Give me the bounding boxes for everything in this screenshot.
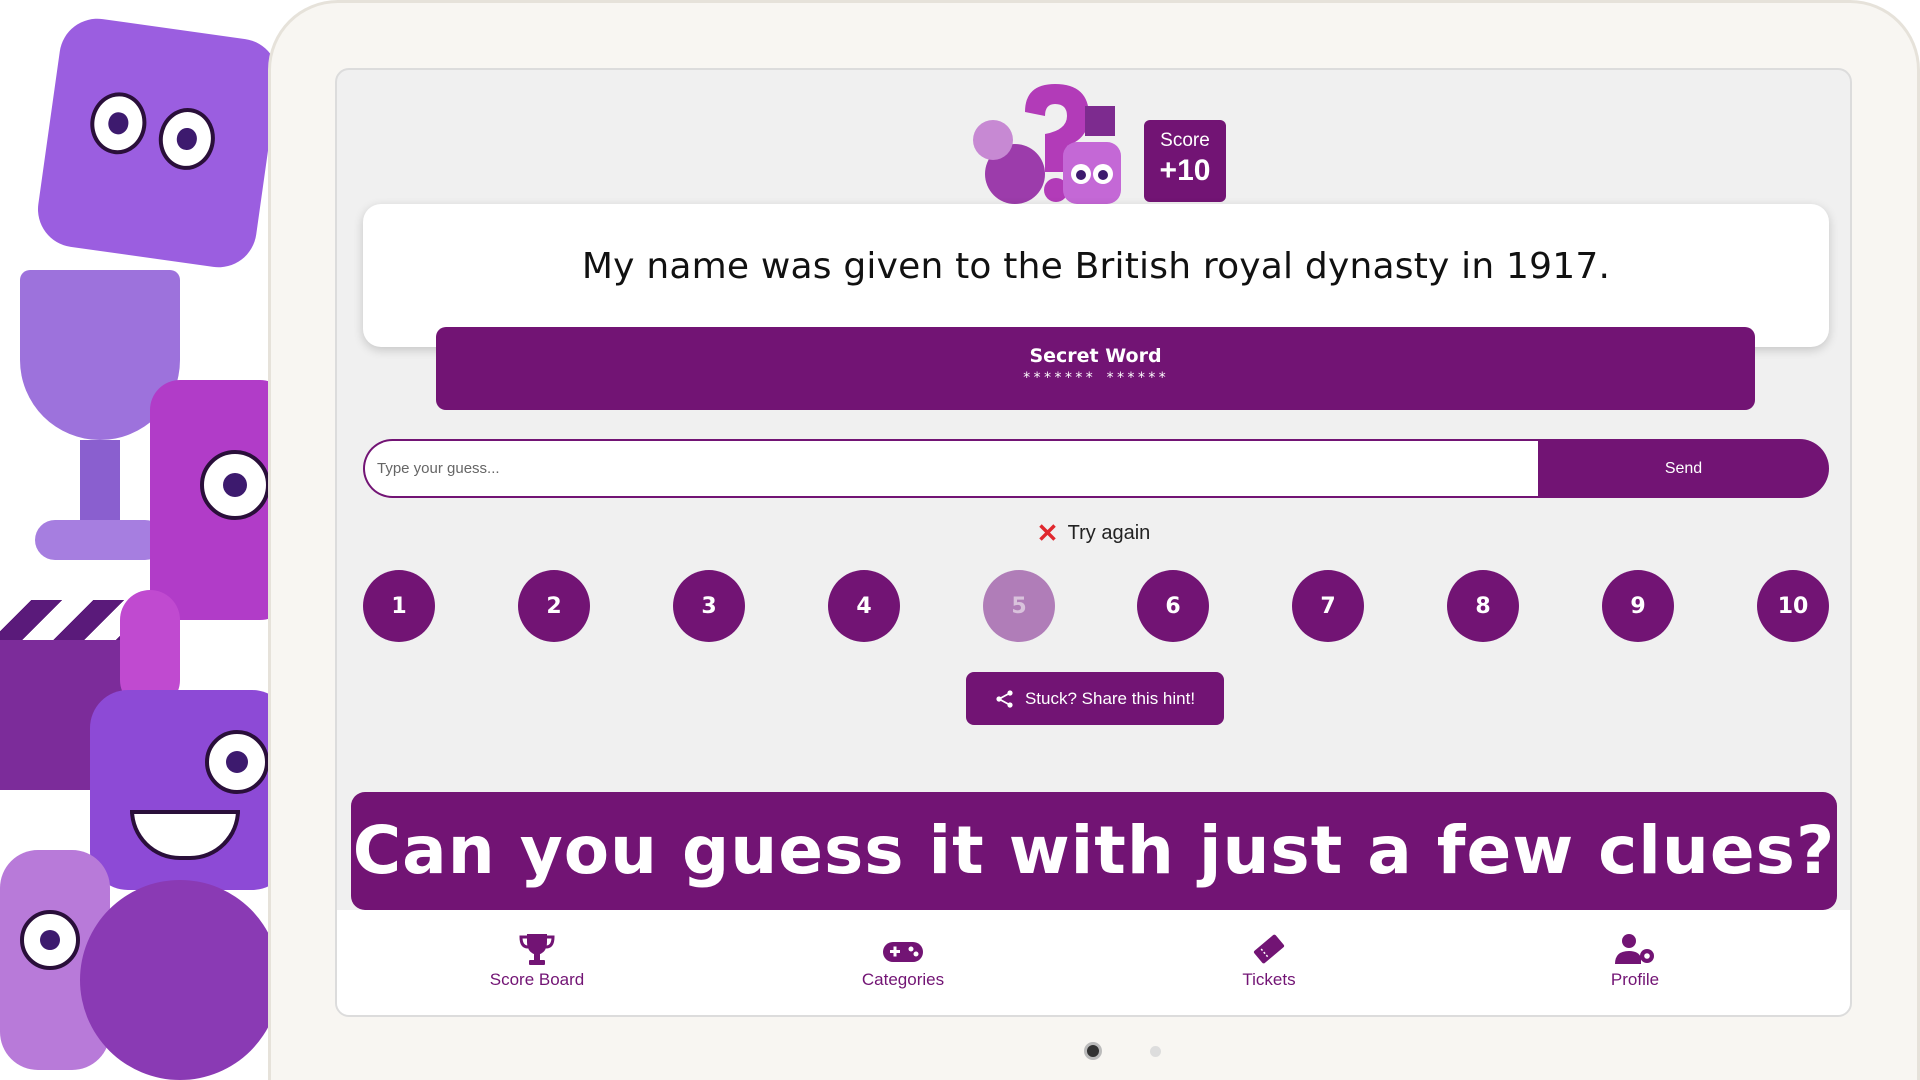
score-badge: Score +10 (1144, 120, 1226, 202)
trophy-icon (519, 934, 555, 965)
cross-mark-icon: ✕ (1036, 518, 1059, 548)
status-text: Try again (1067, 522, 1151, 544)
bottom-navigation: Score Board Categories Tickets Profile (337, 910, 1850, 1015)
clue-card: My name was given to the British royal d… (363, 204, 1829, 347)
nav-item-profile[interactable]: Profile (1535, 932, 1735, 990)
brain-art (80, 880, 280, 1080)
hint-button-10[interactable]: 10 (1757, 570, 1829, 642)
secret-word-title: Secret Word (1029, 345, 1162, 367)
nav-label-profile: Profile (1610, 970, 1660, 989)
nav-item-categories[interactable]: Categories (803, 932, 1003, 990)
secret-word-mask: ******* ****** (1022, 370, 1169, 386)
share-hint-button[interactable]: Stuck? Share this hint! (966, 672, 1224, 725)
share-hint-label: Stuck? Share this hint! (1024, 688, 1196, 708)
hint-selector: 1 2 3 4 5 6 7 8 9 10 (363, 570, 1829, 642)
send-button[interactable]: Send (1538, 439, 1829, 498)
score-value: +10 (1159, 154, 1211, 187)
hint-button-4[interactable]: 4 (828, 570, 900, 642)
hint-button-7[interactable]: 7 (1292, 570, 1364, 642)
promo-banner: Can you guess it with just a few clues? (351, 792, 1837, 910)
page-indicator-active[interactable] (1084, 1042, 1102, 1060)
secret-word-panel: Secret Word ******* ****** (436, 327, 1755, 410)
score-label: Score (1160, 130, 1210, 151)
guess-status: ✕ Try again (337, 518, 1850, 549)
hint-button-9[interactable]: 9 (1602, 570, 1674, 642)
page-indicator-inactive[interactable] (1150, 1046, 1161, 1057)
nav-item-tickets[interactable]: Tickets (1169, 932, 1369, 990)
app-screen: Score +10 My name was given to the Briti… (335, 68, 1852, 1017)
hint-button-3[interactable]: 3 (673, 570, 745, 642)
nav-item-score-board[interactable]: Score Board (437, 932, 637, 990)
purple-mouth-block-art (90, 690, 290, 890)
purple-face-block-art (33, 13, 283, 273)
hint-button-5[interactable]: 5 (983, 570, 1055, 642)
question-mark-mascot-icon (973, 84, 1121, 204)
ticket-icon (1253, 934, 1285, 964)
gamepad-icon (883, 942, 923, 962)
hint-button-6[interactable]: 6 (1137, 570, 1209, 642)
nav-label-categories: Categories (861, 970, 945, 989)
guess-form: Send (363, 439, 1829, 498)
guess-input[interactable] (363, 439, 1538, 498)
user-gear-icon (1615, 934, 1654, 964)
nav-label-tickets: Tickets (1242, 970, 1296, 989)
nav-label-score-board: Score Board (489, 970, 585, 989)
hint-button-8[interactable]: 8 (1447, 570, 1519, 642)
hint-button-1[interactable]: 1 (363, 570, 435, 642)
hint-button-2[interactable]: 2 (518, 570, 590, 642)
share-icon (996, 689, 1013, 708)
decorative-artwork (0, 0, 290, 1080)
clue-text: My name was given to the British royal d… (581, 246, 1611, 287)
